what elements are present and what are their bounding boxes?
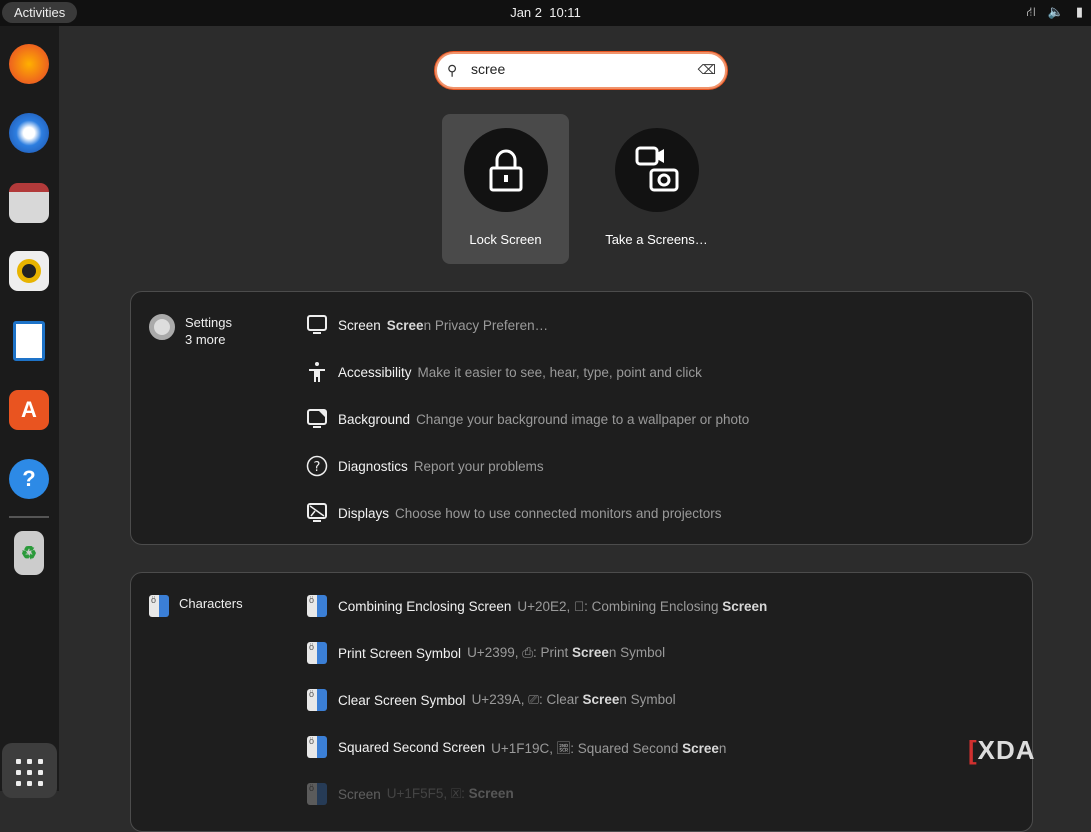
desc-text: n Symbol [619,692,676,707]
characters-app-icon: ö [306,783,328,805]
more-count[interactable]: 3 more [185,331,232,348]
desc-text: n Privacy Preferen… [423,317,549,333]
settings-provider[interactable]: Settings 3 more [149,314,232,348]
result-description: Report your problems [414,459,544,474]
accessibility-icon [306,361,328,383]
result-title: Accessibility [338,364,412,380]
app-label: Lock Screen [469,232,542,247]
match-highlight: Scree [582,692,620,707]
match-highlight: Scree [572,645,609,660]
result-description: U+20E2, ⃢: Combining Enclosing Screen [517,599,767,614]
clear-icon[interactable]: ⌫ [698,62,716,78]
system-tray[interactable]: ⛙ 🔈 ▮ [1027,4,1083,22]
character-result[interactable]: ö Clear Screen Symbol U+239A, ⎚: Clear Scr… [306,688,676,712]
settings-result-diagnostics[interactable]: ? Diagnostics Report your problems [306,454,544,478]
result-title: Displays [338,505,390,521]
match-highlight: Screen [468,786,514,801]
result-description: U+239A, ⎚: Clear Screen Symbol [472,692,676,708]
app-label: Take a Screens… [605,232,708,247]
desc-text: U+239A, ⎚: Clear [471,692,583,707]
result-title: Background [338,411,411,427]
settings-gear-icon [149,314,175,340]
character-result[interactable]: ö Print Screen Symbol U+2399, ⎙: Print Scr… [306,641,665,665]
desc-text: U+1F19C, 🆜: Squared Second [491,741,683,756]
monitor-icon [306,314,328,336]
result-title: Screen [338,786,381,802]
desc-text: Choose how to use connected monitors and… [395,505,722,521]
background-icon [306,408,328,430]
app-lock-screen[interactable]: Lock Screen [442,114,569,264]
trash-icon[interactable]: ♻ [14,531,44,575]
help-icon[interactable]: ? [9,459,49,499]
characters-app-icon: ö [149,595,169,617]
characters-results: ö Characters ö Combining Enclosing Screen… [130,572,1033,832]
desc-text: U+1F5F5, 🗵: [386,786,469,801]
show-apps-button[interactable] [2,743,57,798]
app-take-screenshot[interactable]: Take a Screens… [593,114,720,264]
screenshot-icon [614,128,699,212]
desc-text: n [718,741,727,756]
search-field[interactable]: ⚲ ⌫ [435,52,727,89]
characters-provider[interactable]: ö Characters [149,595,243,617]
character-result[interactable]: ö Squared Second Screen U+1F19C, 🆜: Square… [306,735,726,759]
settings-results: Settings 3 more Screen Screen Privacy Pref… [130,291,1033,545]
match-highlight: Scree [386,317,424,333]
result-title: Screen [338,317,381,333]
character-result[interactable]: ö Screen U+1F5F5, 🗵: Screen [306,782,514,806]
characters-app-icon: ö [306,595,328,617]
help-icon: ? [306,455,328,477]
software-icon[interactable]: A [9,390,49,430]
result-title: Print Screen Symbol [338,645,462,661]
provider-name: Settings [185,315,232,330]
match-highlight: Scree [682,741,719,756]
characters-app-icon: ö [306,736,328,758]
result-title: Squared Second Screen [338,739,486,755]
result-title: Diagnostics [338,458,408,474]
characters-app-icon: ö [306,642,328,664]
date: Jan 2 [510,5,542,20]
search-icon: ⚲ [447,62,458,78]
settings-result-displays[interactable]: Displays Choose how to use connected moni… [306,501,721,525]
result-description: U+1F5F5, 🗵: Screen [387,786,514,802]
result-description: Change your background image to a wallpa… [416,412,749,427]
match-highlight: Screen [722,598,768,614]
desc-text: Change your background image to a wallpa… [416,411,750,427]
writer-icon[interactable] [13,321,45,361]
dock-separator [9,516,49,518]
result-description: Screen Privacy Preferen… [387,318,548,333]
settings-result-screen[interactable]: Screen Screen Privacy Preferen… [306,313,548,337]
volume-icon[interactable]: 🔈 [1048,4,1064,22]
thunderbird-icon[interactable] [9,113,49,153]
svg-text:?: ? [314,460,321,475]
result-description: Choose how to use connected monitors and… [395,506,721,521]
desc-text: Make it easier to see, hear, type, point… [417,364,702,380]
result-description: U+2399, ⎙: Print Screen Symbol [467,645,665,661]
dock: A ? ♻ [0,26,59,798]
top-bar: Activities Jan 2 10:11 ⛙ 🔈 ▮ [0,0,1091,26]
result-title: Clear Screen Symbol [338,692,466,708]
displays-icon [306,502,328,524]
settings-result-accessibility[interactable]: Accessibility Make it easier to see, hear… [306,360,702,384]
firefox-icon[interactable] [9,44,49,84]
desc-text: n Symbol [608,645,666,660]
settings-result-background[interactable]: Background Change your background image t… [306,407,749,431]
desc-text: U+20E2, ⃢: Combining Enclosing [517,598,723,614]
desc-text: Report your problems [413,458,544,474]
characters-app-icon: ö [306,689,328,711]
lock-icon [463,128,548,212]
result-description: Make it easier to see, hear, type, point… [418,365,702,380]
desc-text: U+2399, ⎙: Print [467,645,573,660]
clock[interactable]: Jan 2 10:11 [0,5,1091,20]
rhythmbox-icon[interactable] [9,251,49,291]
provider-name: Characters [179,596,243,611]
network-icon[interactable]: ⛙ [1027,4,1036,22]
xda-watermark: [XDA [968,735,1036,765]
battery-icon[interactable]: ▮ [1076,4,1083,22]
time: 10:11 [549,5,581,20]
search-input[interactable] [471,61,691,77]
result-title: Combining Enclosing Screen [338,598,512,614]
files-icon[interactable] [9,183,49,223]
result-description: U+1F19C, 🆜: Squared Second Screen [491,737,726,757]
character-result[interactable]: ö Combining Enclosing Screen U+20E2, ⃢: Co… [306,594,767,618]
